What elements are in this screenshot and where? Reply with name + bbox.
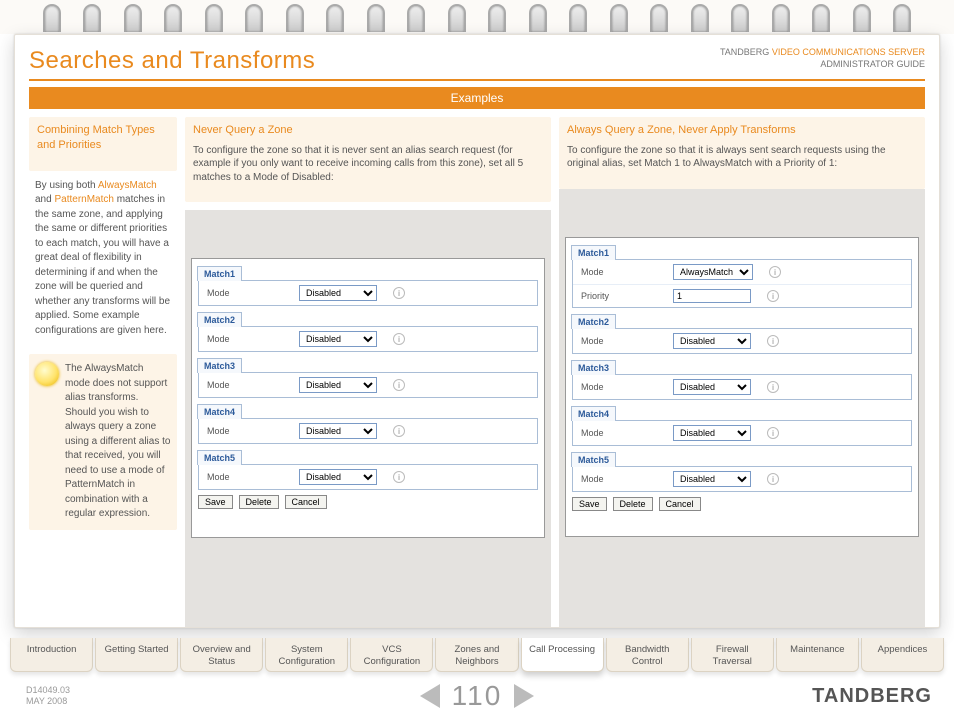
info-icon[interactable]: i: [393, 379, 405, 391]
page-title: Searches and Transforms: [29, 47, 315, 75]
delete-button[interactable]: Delete: [613, 497, 653, 511]
nav-tab-firewall-traversal[interactable]: Firewall Traversal: [691, 638, 774, 672]
nav-tab-getting-started[interactable]: Getting Started: [95, 638, 178, 672]
spiral-binding: [0, 0, 954, 34]
match-tab: Match5: [571, 452, 616, 467]
mode-select[interactable]: Disabled: [673, 379, 751, 395]
col-always-query: Always Query a Zone, Never Apply Transfo…: [559, 117, 925, 615]
corp-id: TANDBERG VIDEO COMMUNICATIONS SERVER ADM…: [720, 47, 925, 70]
match-tab: Match3: [571, 360, 616, 375]
mode-select[interactable]: Disabled: [299, 423, 377, 439]
info-icon[interactable]: i: [767, 473, 779, 485]
info-icon[interactable]: i: [393, 333, 405, 345]
col-intro: Combining Match Types and Priorities By …: [29, 117, 177, 615]
delete-button[interactable]: Delete: [239, 495, 279, 509]
save-button[interactable]: Save: [572, 497, 607, 511]
mode-label: Mode: [581, 474, 661, 484]
always-heading: Always Query a Zone, Never Apply Transfo…: [559, 117, 925, 189]
match-tab: Match1: [197, 266, 242, 281]
mode-label: Mode: [581, 267, 661, 277]
nav-tab-bandwidth-control[interactable]: Bandwidth Control: [606, 638, 689, 672]
mode-select[interactable]: Disabled: [673, 333, 751, 349]
config-panel-always: Match1 Mode AlwaysMatch i Priority i Match2 Mod…: [565, 237, 919, 537]
match-tab: Match5: [197, 450, 242, 465]
mode-select[interactable]: Disabled: [299, 331, 377, 347]
brand-logo: TANDBERG: [812, 685, 932, 708]
info-icon[interactable]: i: [393, 287, 405, 299]
mode-label: Mode: [581, 382, 661, 392]
mode-label: Mode: [581, 336, 661, 346]
never-heading: Never Query a Zone To configure the zone…: [185, 117, 551, 202]
info-icon[interactable]: i: [393, 425, 405, 437]
intro-heading: Combining Match Types and Priorities: [29, 117, 177, 171]
prev-page-icon[interactable]: [420, 684, 440, 708]
info-icon[interactable]: i: [393, 471, 405, 483]
match-tab: Match1: [571, 245, 616, 260]
nav-tab-vcs-configuration[interactable]: VCS Configuration: [350, 638, 433, 672]
mode-select[interactable]: AlwaysMatch: [673, 264, 753, 280]
section-banner: Examples: [29, 87, 925, 109]
mode-select[interactable]: Disabled: [299, 285, 377, 301]
info-icon[interactable]: i: [767, 335, 779, 347]
priority-label: Priority: [581, 291, 661, 301]
info-icon[interactable]: i: [767, 427, 779, 439]
mode-label: Mode: [207, 426, 287, 436]
match-tab: Match4: [197, 404, 242, 419]
intro-text: By using both AlwaysMatch and PatternMat…: [29, 171, 177, 347]
page-number: 110: [0, 680, 954, 712]
match-tab: Match4: [571, 406, 616, 421]
info-icon[interactable]: i: [767, 290, 779, 302]
next-page-icon[interactable]: [514, 684, 534, 708]
gray-pad-mid: Match1 Mode Disabled i Match2 Mode Disabled i Ma…: [185, 210, 551, 628]
match-tab: Match3: [197, 358, 242, 373]
match-tab: Match2: [571, 314, 616, 329]
nav-tab-zones-and-neighbors[interactable]: Zones and Neighbors: [435, 638, 518, 672]
save-button[interactable]: Save: [198, 495, 233, 509]
info-icon[interactable]: i: [767, 381, 779, 393]
mode-label: Mode: [581, 428, 661, 438]
mode-select[interactable]: Disabled: [299, 377, 377, 393]
priority-input[interactable]: [673, 289, 751, 303]
nav-tab-overview-and-status[interactable]: Overview and Status: [180, 638, 263, 672]
mode-label: Mode: [207, 334, 287, 344]
page-card: Searches and Transforms TANDBERG VIDEO C…: [14, 34, 940, 628]
mode-label: Mode: [207, 380, 287, 390]
lightbulb-icon: [35, 362, 59, 386]
tip-box: The AlwaysMatch mode does not support al…: [29, 354, 177, 530]
mode-select[interactable]: Disabled: [299, 469, 377, 485]
cancel-button[interactable]: Cancel: [659, 497, 701, 511]
nav-tabs: IntroductionGetting StartedOverview and …: [10, 638, 944, 672]
nav-tab-introduction[interactable]: Introduction: [10, 638, 93, 672]
nav-tab-system-configuration[interactable]: System Configuration: [265, 638, 348, 672]
config-panel-never: Match1 Mode Disabled i Match2 Mode Disabled i Ma…: [191, 258, 545, 538]
mode-select[interactable]: Disabled: [673, 471, 751, 487]
nav-tab-call-processing[interactable]: Call Processing: [521, 638, 604, 672]
info-icon[interactable]: i: [769, 266, 781, 278]
nav-tab-appendices[interactable]: Appendices: [861, 638, 944, 672]
mode-label: Mode: [207, 288, 287, 298]
nav-tab-maintenance[interactable]: Maintenance: [776, 638, 859, 672]
mode-label: Mode: [207, 472, 287, 482]
match-tab: Match2: [197, 312, 242, 327]
col-never-query: Never Query a Zone To configure the zone…: [185, 117, 551, 615]
cancel-button[interactable]: Cancel: [285, 495, 327, 509]
mode-select[interactable]: Disabled: [673, 425, 751, 441]
gray-pad-right: Match1 Mode AlwaysMatch i Priority i Match2 Mod…: [559, 189, 925, 628]
